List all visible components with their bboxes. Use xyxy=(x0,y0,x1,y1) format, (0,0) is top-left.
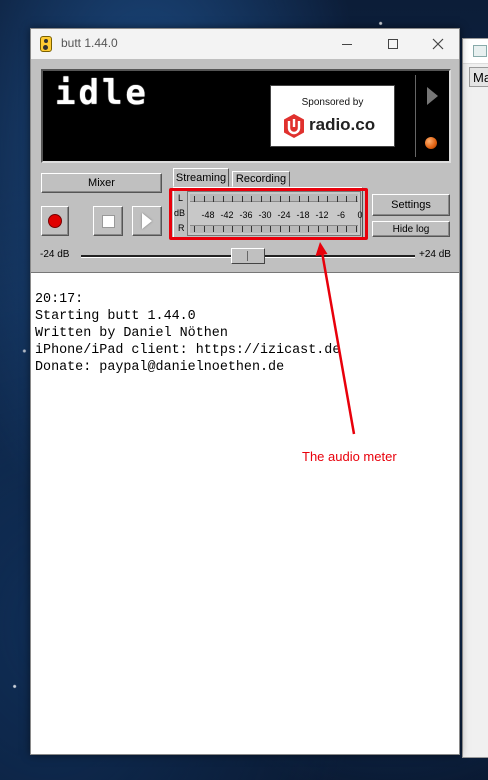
play-button[interactable] xyxy=(132,206,162,236)
meter-db-label: -18 xyxy=(296,210,310,220)
meter-unit: dB xyxy=(174,208,186,218)
gain-max-label: +24 dB xyxy=(419,249,451,260)
meter-tick xyxy=(194,196,195,202)
maximize-button[interactable] xyxy=(370,29,416,59)
maximize-icon xyxy=(388,39,398,49)
minimize-button[interactable] xyxy=(324,29,370,59)
butt-window: butt 1.44.0 idle Sponsored by radio.co M… xyxy=(30,28,460,755)
meter-tick xyxy=(346,196,347,202)
background-window-tab[interactable]: Ma xyxy=(469,67,488,87)
meter-tick xyxy=(203,226,205,232)
meter-tick xyxy=(308,226,309,232)
record-button[interactable] xyxy=(41,206,69,236)
meter-tick xyxy=(232,196,233,202)
meter-tick xyxy=(260,196,262,202)
record-icon xyxy=(48,214,62,228)
title-bar[interactable]: butt 1.44.0 xyxy=(31,29,459,59)
minimize-icon xyxy=(342,43,352,45)
meter-tick xyxy=(355,196,357,202)
mixer-button[interactable]: Mixer xyxy=(41,173,162,193)
meter-tick xyxy=(194,226,195,232)
stop-button[interactable] xyxy=(93,206,123,236)
log-line: iPhone/iPad client: https://izicast.de xyxy=(35,343,341,358)
meter-tick xyxy=(203,196,205,202)
audio-meter: -48 -42 -36 -30 -24 -18 -12 -6 0 xyxy=(187,191,363,236)
meter-tick xyxy=(270,226,271,232)
radio-co-logo-icon xyxy=(284,114,304,138)
meter-tick xyxy=(289,196,290,202)
close-button[interactable] xyxy=(415,29,461,59)
meter-db-label: -12 xyxy=(315,210,329,220)
log-line: Donate: paypal@danielnoethen.de xyxy=(35,360,285,375)
gain-slider-thumb[interactable] xyxy=(231,248,265,264)
meter-db-label: 0 xyxy=(357,210,363,220)
hide-log-button[interactable]: Hide log xyxy=(372,221,450,237)
status-text: idle xyxy=(55,73,149,113)
meter-tick xyxy=(222,226,224,232)
meter-tick xyxy=(355,226,357,232)
stop-icon xyxy=(101,214,115,228)
meter-tick xyxy=(336,196,338,202)
butt-app-icon xyxy=(40,36,52,52)
log-line: 20:17: xyxy=(35,292,84,307)
meter-tick xyxy=(308,196,309,202)
meter-tick xyxy=(260,226,262,232)
meter-tick xyxy=(327,226,328,232)
meter-db-label: -48 xyxy=(201,210,215,220)
meter-tick xyxy=(298,196,300,202)
log-line: Written by Daniel Nöthen xyxy=(35,326,228,341)
log-line: Starting butt 1.44.0 xyxy=(35,309,196,324)
gain-min-label: -24 dB xyxy=(40,249,70,260)
meter-tick xyxy=(327,196,328,202)
meter-tick xyxy=(289,226,290,232)
display-divider xyxy=(415,75,416,157)
meter-db-label: -30 xyxy=(258,210,272,220)
annotation-label: The audio meter xyxy=(302,449,397,464)
meter-db-label: -6 xyxy=(336,210,346,220)
meter-tick xyxy=(241,196,243,202)
meter-tick xyxy=(222,196,224,202)
meter-tick xyxy=(213,196,214,202)
meter-tick xyxy=(317,196,319,202)
meter-tick xyxy=(279,196,281,202)
meter-tick xyxy=(251,226,252,232)
play-icon xyxy=(142,213,152,229)
meter-channel-left: L xyxy=(178,193,184,203)
meter-tick xyxy=(213,226,214,232)
meter-tick xyxy=(251,196,252,202)
tab-recording[interactable]: Recording xyxy=(232,171,290,187)
log-area[interactable]: 20:17: Starting butt 1.44.0 Written by D… xyxy=(31,272,459,754)
close-icon xyxy=(432,38,444,50)
meter-tick xyxy=(317,226,319,232)
sponsor-banner[interactable]: Sponsored by radio.co xyxy=(270,85,395,147)
meter-tick xyxy=(346,226,347,232)
meter-bar-left xyxy=(190,194,358,202)
connection-indicator-icon xyxy=(425,137,437,149)
meter-tick xyxy=(232,226,233,232)
window-title: butt 1.44.0 xyxy=(61,36,118,50)
sponsor-name: radio.co xyxy=(309,115,376,134)
background-window[interactable]: Ma xyxy=(462,38,488,758)
tab-streaming[interactable]: Streaming xyxy=(173,168,229,187)
window-icon xyxy=(473,45,487,57)
status-display: idle Sponsored by radio.co xyxy=(41,69,451,163)
expand-arrow-icon[interactable] xyxy=(427,87,438,105)
settings-button[interactable]: Settings xyxy=(372,194,450,216)
meter-tick xyxy=(279,226,281,232)
meter-db-label: -42 xyxy=(220,210,234,220)
meter-db-label: -24 xyxy=(277,210,291,220)
meter-channel-right: R xyxy=(178,223,185,233)
meter-db-label: -36 xyxy=(239,210,253,220)
audio-meter-panel: L dB R -48 -42 -36 -30 -24 -18 -12 -6 0 xyxy=(173,187,363,239)
meter-tick xyxy=(241,226,243,232)
meter-bar-right xyxy=(190,225,358,233)
sponsor-label: Sponsored by xyxy=(301,97,364,108)
meter-tick xyxy=(270,196,271,202)
meter-tick xyxy=(298,226,300,232)
meter-tick xyxy=(336,226,338,232)
